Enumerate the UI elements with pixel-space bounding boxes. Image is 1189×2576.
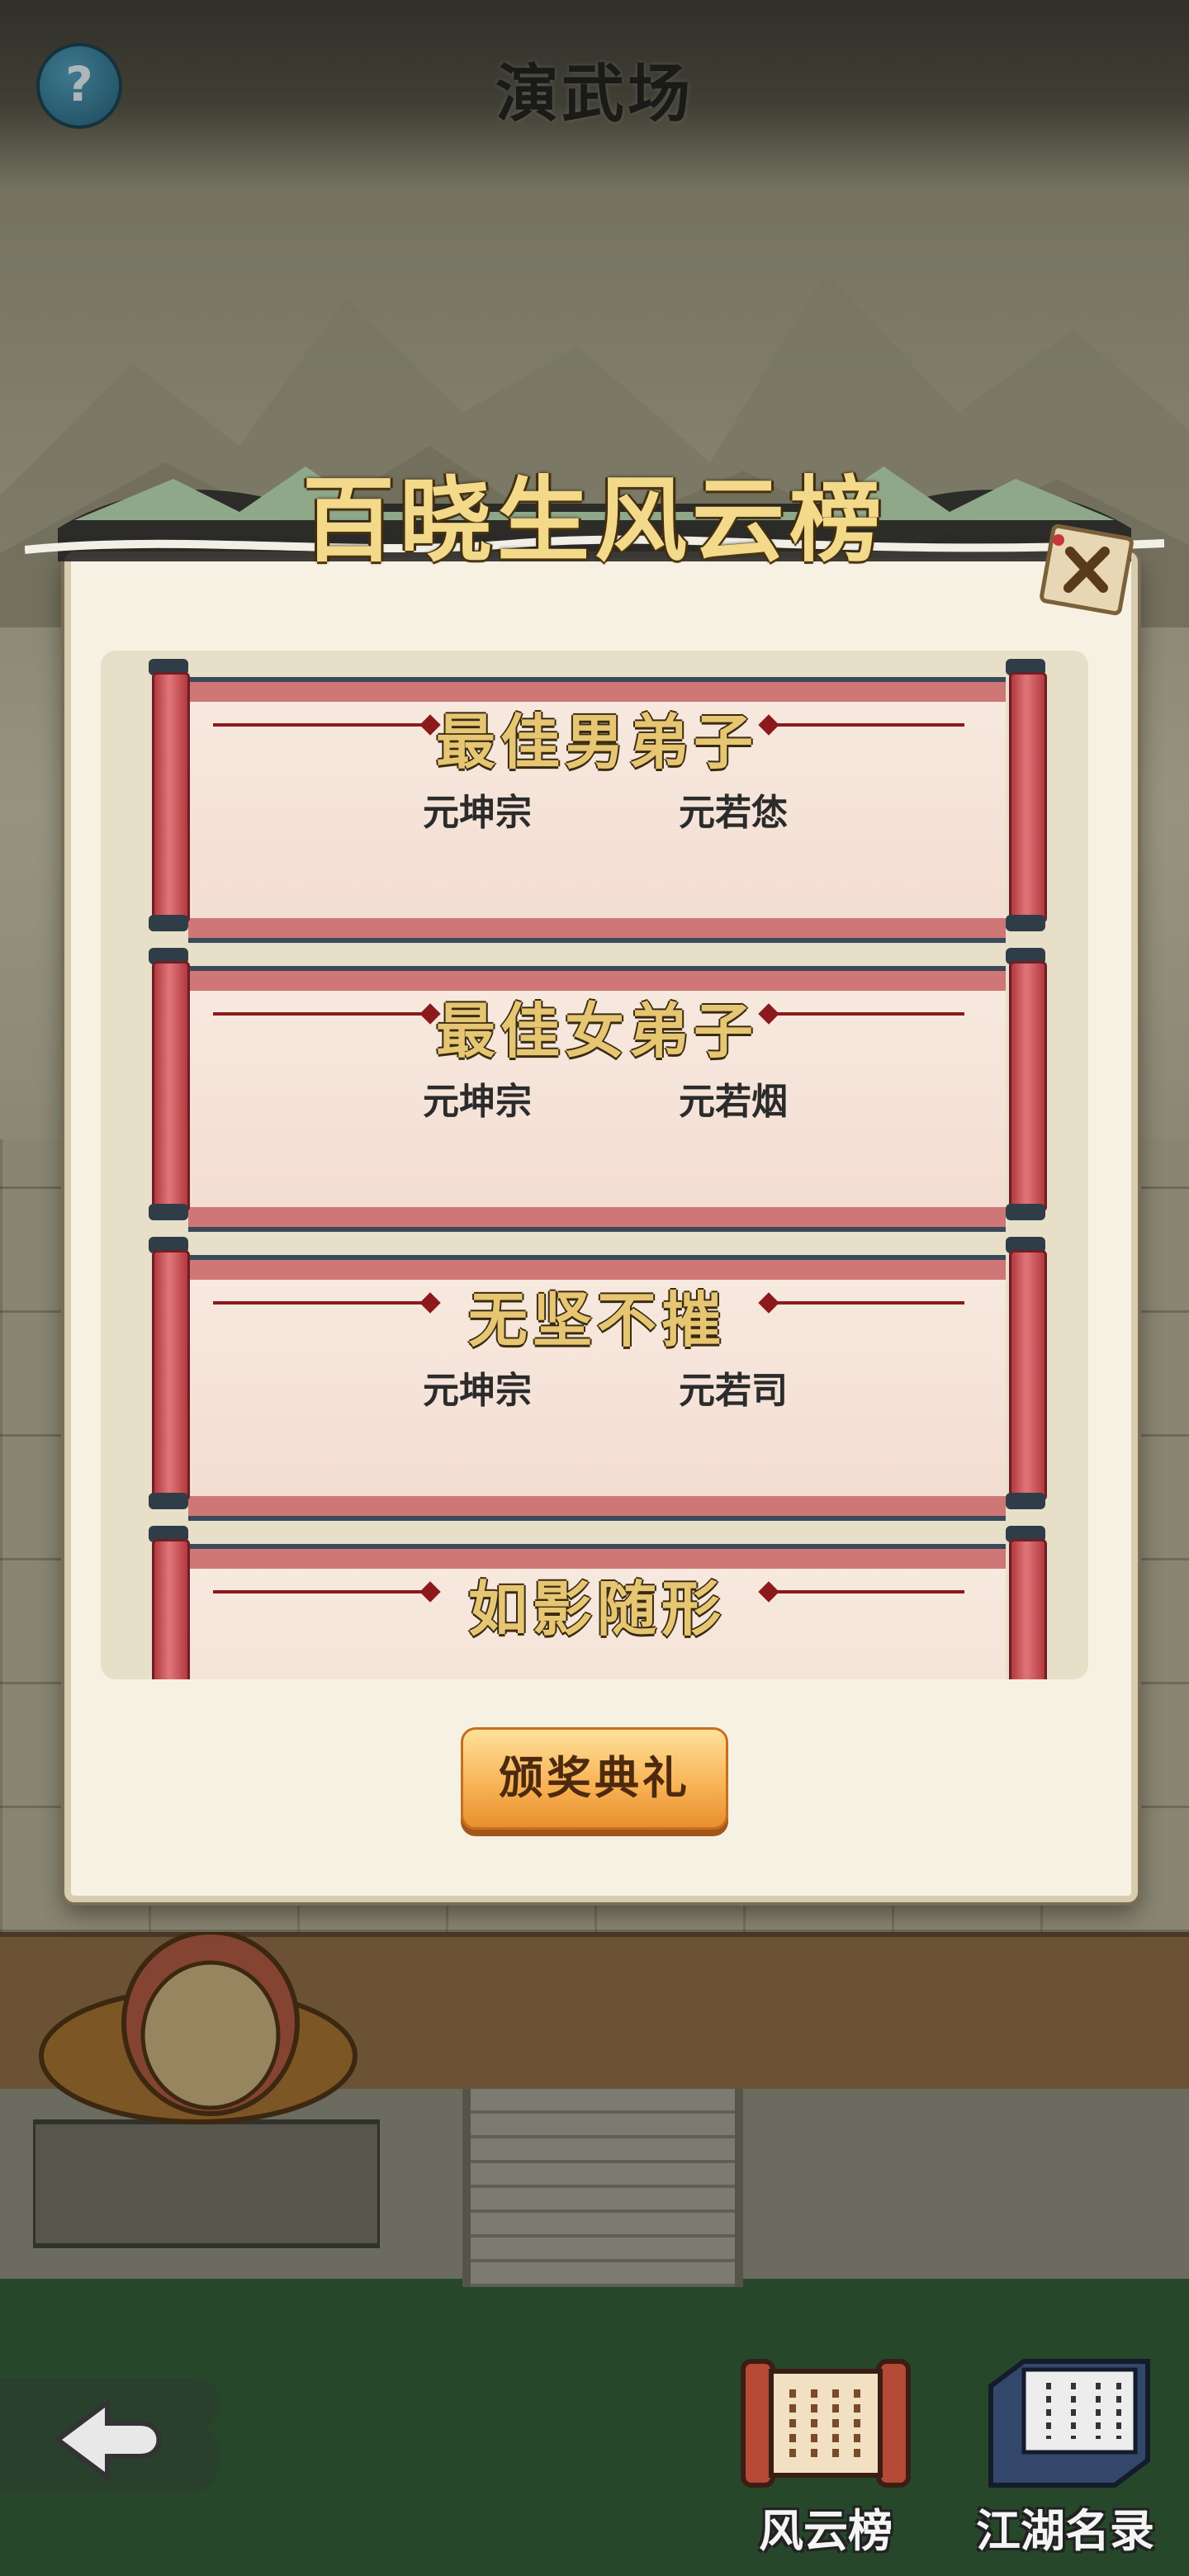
- winner-sect: 元坤宗: [423, 1081, 532, 1123]
- jianghu-roster-button[interactable]: 江湖名录: [958, 2353, 1172, 2559]
- award-ceremony-button[interactable]: 颁奖典礼: [461, 1727, 728, 1830]
- back-arrow-icon[interactable]: [0, 2361, 231, 2518]
- award-scroll: 最佳女弟子 元坤宗 元若烟: [147, 948, 1047, 1227]
- award-scroll: 如影随形: [147, 1526, 1047, 1679]
- scroll-icon: [741, 2359, 911, 2488]
- winner-name: 元若司: [679, 1370, 788, 1412]
- winner-sect: 元坤宗: [423, 792, 532, 834]
- award-scroll: 无坚不摧 元坤宗 元若司: [147, 1237, 1047, 1516]
- winner-name: 元若烟: [679, 1081, 788, 1123]
- modal-title: 百晓生风云榜: [302, 466, 887, 575]
- jianghu-roster-label: 江湖名录: [976, 2505, 1154, 2557]
- award-scroll: 最佳男弟子 元坤宗 元若恷: [147, 659, 1047, 938]
- fengyun-rank-button[interactable]: 风云榜: [718, 2353, 933, 2559]
- winner-name: 元若恷: [679, 792, 788, 834]
- close-icon[interactable]: [1035, 520, 1138, 618]
- award-title: 如影随形: [467, 1574, 726, 1644]
- award-title: 无坚不摧: [467, 1285, 726, 1355]
- awards-list[interactable]: 最佳男弟子 元坤宗 元若恷 最佳女弟子 元坤宗 元若烟 无坚不摧 元坤宗 元若司…: [101, 651, 1088, 1679]
- winner-sect: 元坤宗: [423, 1370, 532, 1412]
- award-title: 最佳男弟子: [435, 707, 758, 777]
- award-title: 最佳女弟子: [435, 996, 758, 1066]
- fengyun-rank-label: 风云榜: [759, 2505, 893, 2557]
- book-icon: [988, 2359, 1150, 2488]
